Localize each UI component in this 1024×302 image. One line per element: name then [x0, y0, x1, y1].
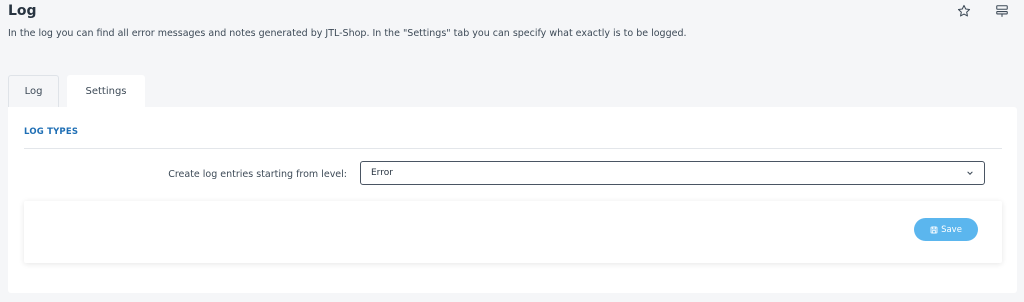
tab-bar: Log Settings — [8, 75, 145, 107]
log-level-value: Error — [371, 168, 393, 178]
save-label: Save — [941, 224, 962, 235]
save-button[interactable]: Save — [914, 218, 978, 241]
save-icon — [930, 226, 938, 233]
page-title: Log — [8, 3, 37, 19]
action-footer: Save — [24, 201, 1002, 263]
tab-settings[interactable]: Settings — [67, 75, 145, 107]
log-level-label: Create log entries starting from level: — [168, 169, 347, 180]
settings-panel: LOG TYPES Create log entries starting fr… — [8, 107, 1017, 293]
settings-sliders-icon[interactable] — [994, 3, 1010, 19]
section-title: LOG TYPES — [24, 127, 79, 137]
header-actions — [956, 3, 1010, 19]
log-level-select[interactable]: Error — [360, 161, 985, 185]
star-icon[interactable] — [956, 3, 972, 19]
tab-log[interactable]: Log — [8, 75, 59, 107]
page-description: In the log you can find all error messag… — [8, 28, 687, 39]
section-divider — [24, 148, 1002, 149]
chevron-down-icon — [967, 171, 973, 175]
